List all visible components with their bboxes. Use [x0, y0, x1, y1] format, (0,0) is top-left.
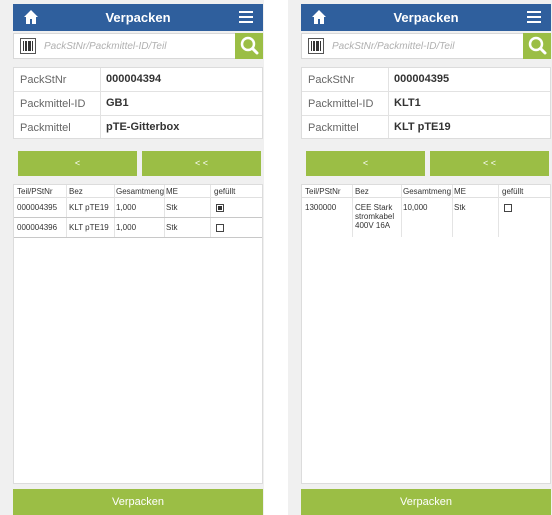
col-teil-header: Teil/PStNr — [305, 187, 341, 196]
me-cell: Stk — [166, 223, 178, 232]
page-title: Verpacken — [105, 10, 171, 25]
menge-cell: 10,000 — [403, 203, 428, 212]
col-menge-header: Gesamtmenge — [116, 187, 164, 196]
search-icon — [528, 36, 547, 55]
packstnr-label: PackStNr — [308, 74, 355, 86]
first-button[interactable]: < < — [430, 151, 549, 176]
app-header: Verpacken — [13, 4, 263, 31]
col-teil-header: Teil/PStNr — [17, 187, 53, 196]
search-bar — [13, 33, 263, 59]
table-row[interactable]: 000004395 KLT pTE19 1,000 Stk — [14, 199, 262, 218]
packstnr-value: 000004394 — [106, 73, 162, 85]
search-button[interactable] — [235, 33, 263, 59]
barcode-icon[interactable] — [308, 38, 324, 54]
packmittel-id-label: Packmittel-ID — [308, 98, 374, 110]
search-bar — [301, 33, 551, 59]
packmittel-id-value: KLT1 — [394, 97, 421, 109]
packstueck-info: PackStNr 000004394 Packmittel-ID GB1 Pac… — [13, 67, 263, 139]
teil-cell: 1300000 — [305, 203, 337, 212]
packstnr-label: PackStNr — [20, 74, 67, 86]
first-button[interactable]: < < — [142, 151, 261, 176]
search-input[interactable] — [44, 37, 234, 55]
search-icon — [240, 36, 259, 55]
table-row[interactable]: 000004396 KLT pTE19 1,000 Stk — [14, 219, 262, 238]
packstnr-value: 000004395 — [394, 73, 450, 85]
search-button[interactable] — [523, 33, 551, 59]
app-header: Verpacken — [301, 4, 551, 31]
col-gefuellt-header: gefüllt — [502, 187, 524, 196]
col-bez-header: Bez — [355, 187, 369, 196]
packmittel-value: KLT pTE19 — [394, 121, 451, 133]
packmittel-label: Packmittel — [308, 122, 359, 134]
packmittel-id-label: Packmittel-ID — [20, 98, 86, 110]
hamburger-menu-icon[interactable] — [527, 11, 541, 23]
menge-cell: 1,000 — [116, 203, 137, 212]
bez-cell-line-3: 400V 16A — [355, 221, 391, 230]
col-gefuellt-header: gefüllt — [214, 187, 236, 196]
gefuellt-checkbox[interactable] — [504, 204, 512, 212]
table-header: Teil/PStNr Bez Gesamtmenge ME gefüllt — [14, 185, 262, 198]
col-bez-header: Bez — [69, 187, 83, 196]
col-me-header: ME — [454, 187, 466, 196]
screen-right: Verpacken PackStNr 000004395 Packmittel-… — [288, 0, 552, 515]
col-me-header: ME — [166, 187, 178, 196]
bez-cell: KLT pTE19 — [69, 203, 109, 212]
hamburger-menu-icon[interactable] — [239, 11, 253, 23]
screen-left: Verpacken PackStNr 000004394 Packmittel-… — [0, 0, 264, 515]
gefuellt-checkbox[interactable] — [216, 204, 224, 212]
me-cell: Stk — [454, 203, 466, 212]
bez-cell: KLT pTE19 — [69, 223, 109, 232]
prev-button[interactable]: < — [306, 151, 425, 176]
barcode-icon[interactable] — [20, 38, 36, 54]
content-table: Teil/PStNr Bez Gesamtmenge ME gefüllt 13… — [301, 184, 551, 484]
packmittel-label: Packmittel — [20, 122, 71, 134]
menge-cell: 1,000 — [116, 223, 137, 232]
gefuellt-checkbox[interactable] — [216, 224, 224, 232]
teil-cell: 000004395 — [17, 203, 58, 212]
page-title: Verpacken — [393, 10, 459, 25]
packmittel-value: pTE-Gitterbox — [106, 121, 180, 133]
me-cell: Stk — [166, 203, 178, 212]
search-input[interactable] — [332, 37, 522, 55]
col-menge-header: Gesamtmenge — [403, 187, 451, 196]
content-table: Teil/PStNr Bez Gesamtmenge ME gefüllt 00… — [13, 184, 263, 484]
table-header: Teil/PStNr Bez Gesamtmenge ME gefüllt — [302, 185, 550, 198]
packmittel-id-value: GB1 — [106, 97, 129, 109]
verpacken-button[interactable]: Verpacken — [301, 489, 551, 515]
teil-cell: 000004396 — [17, 223, 58, 232]
table-row[interactable]: 1300000 CEE Stark stromkabel 400V 16A 10… — [302, 199, 550, 237]
packstueck-info: PackStNr 000004395 Packmittel-ID KLT1 Pa… — [301, 67, 551, 139]
verpacken-button[interactable]: Verpacken — [13, 489, 263, 515]
prev-button[interactable]: < — [18, 151, 137, 176]
